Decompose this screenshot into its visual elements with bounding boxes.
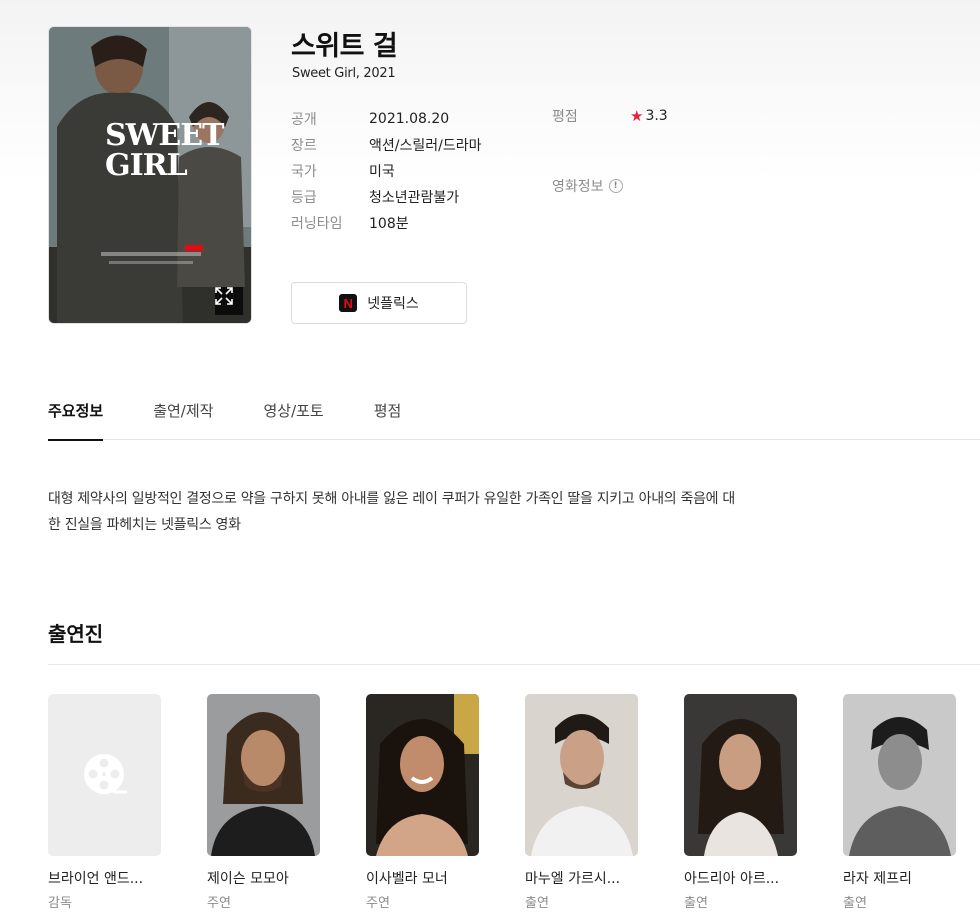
netflix-watch-button[interactable]: N 넷플릭스 xyxy=(291,282,467,324)
detail-row-genre: 장르 액션/스릴러/드라마 xyxy=(291,132,481,158)
film-reel-icon xyxy=(84,754,128,794)
cast-photo xyxy=(366,694,479,856)
person-portrait xyxy=(525,694,638,856)
cast-role: 출연 xyxy=(525,896,549,911)
person-portrait xyxy=(684,694,797,856)
movie-title: 스위트 걸 xyxy=(291,31,398,62)
expand-icon xyxy=(215,287,233,305)
tab-cast-crew[interactable]: 출연/제작 xyxy=(153,386,213,440)
movie-subtitle: Sweet Girl, 2021 xyxy=(292,66,396,81)
movie-info-link[interactable]: 영화정보 ! xyxy=(552,176,623,196)
tab-video-photo[interactable]: 영상/포토 xyxy=(263,386,323,440)
cast-card[interactable]: 아드리아 아르... 출연 xyxy=(684,694,797,911)
cast-role: 출연 xyxy=(684,896,708,911)
synopsis-line: 한 진실을 파헤치는 넷플릭스 영화 xyxy=(48,517,241,533)
cast-photo xyxy=(843,694,956,856)
person-portrait xyxy=(843,694,956,856)
detail-label: 등급 xyxy=(291,190,317,206)
cast-card[interactable]: 브라이언 앤드... 감독 xyxy=(48,694,161,911)
cast-section-title: 출연진 xyxy=(48,622,104,646)
cast-list: 브라이언 앤드... 감독 제이슨 모모아 주연 이사벨라 모너 주연 마누엘 … xyxy=(48,694,980,911)
rating-value: 3.3 xyxy=(645,108,668,124)
person-portrait xyxy=(207,694,320,856)
star-icon: ★ xyxy=(630,107,644,125)
cast-name: 제이슨 모모아 xyxy=(207,871,289,887)
cast-name: 브라이언 앤드... xyxy=(48,871,144,887)
cast-card[interactable]: 마누엘 가르시... 출연 xyxy=(525,694,638,911)
netflix-logo-icon: N xyxy=(339,294,358,312)
cast-role: 주연 xyxy=(366,896,390,911)
detail-value: 108분 xyxy=(369,216,409,232)
tab-ratings[interactable]: 평점 xyxy=(374,386,402,440)
synopsis: 대형 제약사의 일방적인 결정으로 약을 구하지 못해 아내를 잃은 레이 쿠퍼… xyxy=(48,486,818,538)
detail-row-runtime: 러닝타임 108분 xyxy=(291,210,481,236)
detail-label: 국가 xyxy=(291,164,317,180)
detail-value: 미국 xyxy=(369,164,395,180)
cast-card[interactable]: 이사벨라 모너 주연 xyxy=(366,694,479,911)
cast-name: 아드리아 아르... xyxy=(684,871,780,887)
cast-photo-placeholder xyxy=(48,694,161,856)
cast-role: 출연 xyxy=(843,896,867,911)
detail-row-release: 공개 2021.08.20 xyxy=(291,106,481,132)
expand-poster-button[interactable] xyxy=(215,287,243,315)
cast-name: 이사벨라 모너 xyxy=(366,871,448,887)
cast-name: 마누엘 가르시... xyxy=(525,871,621,887)
cast-photo xyxy=(684,694,797,856)
cast-role: 주연 xyxy=(207,896,231,911)
tab-main-info[interactable]: 주요정보 xyxy=(48,386,104,441)
cast-card[interactable]: 라자 제프리 출연 xyxy=(843,694,956,911)
poster-title: SWEET GIRL xyxy=(105,118,224,183)
detail-row-country: 국가 미국 xyxy=(291,158,481,184)
synopsis-line: 대형 제약사의 일방적인 결정으로 약을 구하지 못해 아내를 잃은 레이 쿠퍼… xyxy=(48,491,735,507)
detail-value: 청소년관람불가 xyxy=(369,190,460,206)
cast-card[interactable]: 제이슨 모모아 주연 xyxy=(207,694,320,911)
detail-label: 러닝타임 xyxy=(291,216,343,232)
detail-tabs: 주요정보 출연/제작 영상/포토 평점 xyxy=(48,386,980,441)
movie-details: 공개 2021.08.20 장르 액션/스릴러/드라마 국가 미국 등급 청소년… xyxy=(291,106,481,236)
cast-photo xyxy=(525,694,638,856)
cast-photo xyxy=(207,694,320,856)
detail-label: 공개 xyxy=(291,112,317,128)
detail-row-grade: 등급 청소년관람불가 xyxy=(291,184,481,210)
netflix-button-label: 넷플릭스 xyxy=(367,296,419,312)
rating: 평점 ★ 3.3 xyxy=(552,106,668,126)
cast-role: 감독 xyxy=(48,896,72,911)
rating-label: 평점 xyxy=(552,109,578,125)
detail-value: 2021.08.20 xyxy=(369,111,450,127)
detail-label: 장르 xyxy=(291,138,317,154)
cast-name: 라자 제프리 xyxy=(843,871,912,887)
movie-info-label: 영화정보 xyxy=(552,179,604,195)
divider xyxy=(48,664,980,665)
person-portrait xyxy=(366,694,479,856)
detail-value: 액션/스릴러/드라마 xyxy=(369,138,482,154)
info-icon[interactable]: ! xyxy=(608,179,623,193)
movie-poster[interactable]: SWEET GIRL xyxy=(48,26,252,324)
